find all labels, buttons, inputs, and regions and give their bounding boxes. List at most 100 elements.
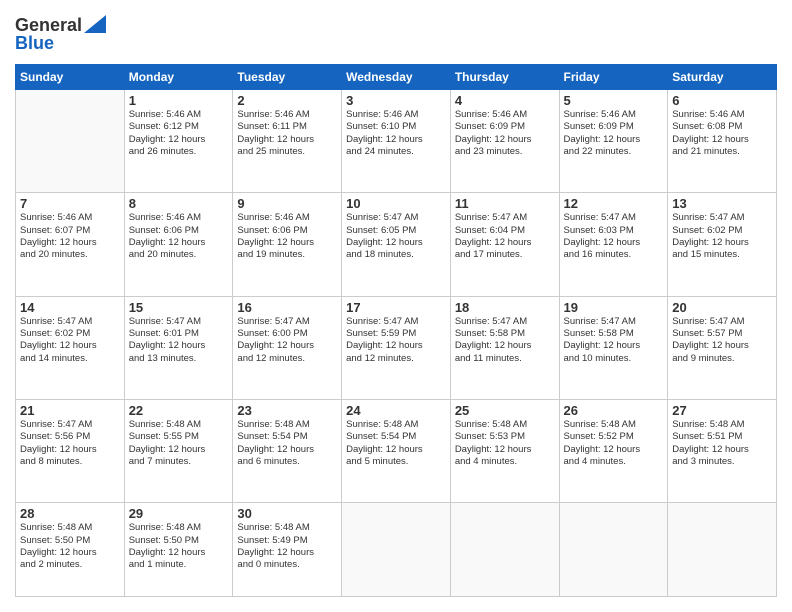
calendar-cell [668,503,777,597]
weekday-header-friday: Friday [559,65,668,90]
day-info: Sunrise: 5:46 AM Sunset: 6:08 PM Dayligh… [672,109,772,158]
calendar-cell: 10Sunrise: 5:47 AM Sunset: 6:05 PM Dayli… [342,193,451,296]
weekday-header-saturday: Saturday [668,65,777,90]
day-info: Sunrise: 5:46 AM Sunset: 6:09 PM Dayligh… [564,109,664,158]
calendar-cell: 3Sunrise: 5:46 AM Sunset: 6:10 PM Daylig… [342,90,451,193]
day-number: 13 [672,196,772,211]
day-info: Sunrise: 5:46 AM Sunset: 6:07 PM Dayligh… [20,212,120,261]
day-number: 16 [237,300,337,315]
day-info: Sunrise: 5:47 AM Sunset: 6:03 PM Dayligh… [564,212,664,261]
day-number: 5 [564,93,664,108]
week-row-1: 1Sunrise: 5:46 AM Sunset: 6:12 PM Daylig… [16,90,777,193]
day-number: 29 [129,506,229,521]
day-info: Sunrise: 5:47 AM Sunset: 6:04 PM Dayligh… [455,212,555,261]
calendar-cell [16,90,125,193]
day-number: 28 [20,506,120,521]
calendar-cell: 29Sunrise: 5:48 AM Sunset: 5:50 PM Dayli… [124,503,233,597]
day-number: 1 [129,93,229,108]
day-info: Sunrise: 5:46 AM Sunset: 6:11 PM Dayligh… [237,109,337,158]
day-number: 27 [672,403,772,418]
day-number: 2 [237,93,337,108]
week-row-4: 21Sunrise: 5:47 AM Sunset: 5:56 PM Dayli… [16,400,777,503]
calendar-cell: 25Sunrise: 5:48 AM Sunset: 5:53 PM Dayli… [450,400,559,503]
day-number: 9 [237,196,337,211]
day-number: 17 [346,300,446,315]
calendar-cell: 9Sunrise: 5:46 AM Sunset: 6:06 PM Daylig… [233,193,342,296]
day-number: 30 [237,506,337,521]
calendar-cell [559,503,668,597]
day-number: 21 [20,403,120,418]
calendar-cell: 19Sunrise: 5:47 AM Sunset: 5:58 PM Dayli… [559,296,668,399]
calendar-cell: 26Sunrise: 5:48 AM Sunset: 5:52 PM Dayli… [559,400,668,503]
day-info: Sunrise: 5:47 AM Sunset: 5:56 PM Dayligh… [20,419,120,468]
day-info: Sunrise: 5:47 AM Sunset: 6:05 PM Dayligh… [346,212,446,261]
calendar-cell: 1Sunrise: 5:46 AM Sunset: 6:12 PM Daylig… [124,90,233,193]
calendar-cell: 27Sunrise: 5:48 AM Sunset: 5:51 PM Dayli… [668,400,777,503]
weekday-header-wednesday: Wednesday [342,65,451,90]
logo: General Blue [15,15,106,54]
calendar-cell: 20Sunrise: 5:47 AM Sunset: 5:57 PM Dayli… [668,296,777,399]
calendar-cell: 8Sunrise: 5:46 AM Sunset: 6:06 PM Daylig… [124,193,233,296]
calendar-cell: 24Sunrise: 5:48 AM Sunset: 5:54 PM Dayli… [342,400,451,503]
calendar-cell: 14Sunrise: 5:47 AM Sunset: 6:02 PM Dayli… [16,296,125,399]
day-info: Sunrise: 5:47 AM Sunset: 5:59 PM Dayligh… [346,316,446,365]
day-info: Sunrise: 5:48 AM Sunset: 5:51 PM Dayligh… [672,419,772,468]
day-number: 7 [20,196,120,211]
day-number: 24 [346,403,446,418]
calendar-cell: 23Sunrise: 5:48 AM Sunset: 5:54 PM Dayli… [233,400,342,503]
day-number: 15 [129,300,229,315]
logo-blue-text: Blue [15,33,106,54]
day-info: Sunrise: 5:47 AM Sunset: 5:57 PM Dayligh… [672,316,772,365]
week-row-2: 7Sunrise: 5:46 AM Sunset: 6:07 PM Daylig… [16,193,777,296]
day-info: Sunrise: 5:48 AM Sunset: 5:55 PM Dayligh… [129,419,229,468]
day-info: Sunrise: 5:47 AM Sunset: 6:02 PM Dayligh… [20,316,120,365]
calendar-cell: 15Sunrise: 5:47 AM Sunset: 6:01 PM Dayli… [124,296,233,399]
calendar-cell: 22Sunrise: 5:48 AM Sunset: 5:55 PM Dayli… [124,400,233,503]
calendar-cell: 11Sunrise: 5:47 AM Sunset: 6:04 PM Dayli… [450,193,559,296]
day-number: 12 [564,196,664,211]
day-number: 3 [346,93,446,108]
day-number: 14 [20,300,120,315]
page: General Blue SundayMondayTuesdayWednesda… [0,0,792,612]
day-number: 19 [564,300,664,315]
day-info: Sunrise: 5:47 AM Sunset: 5:58 PM Dayligh… [455,316,555,365]
calendar-cell: 18Sunrise: 5:47 AM Sunset: 5:58 PM Dayli… [450,296,559,399]
calendar-cell: 17Sunrise: 5:47 AM Sunset: 5:59 PM Dayli… [342,296,451,399]
day-info: Sunrise: 5:48 AM Sunset: 5:52 PM Dayligh… [564,419,664,468]
weekday-header-tuesday: Tuesday [233,65,342,90]
day-info: Sunrise: 5:47 AM Sunset: 6:00 PM Dayligh… [237,316,337,365]
calendar-cell: 30Sunrise: 5:48 AM Sunset: 5:49 PM Dayli… [233,503,342,597]
day-number: 22 [129,403,229,418]
calendar-table: SundayMondayTuesdayWednesdayThursdayFrid… [15,64,777,597]
calendar-cell: 7Sunrise: 5:46 AM Sunset: 6:07 PM Daylig… [16,193,125,296]
weekday-header-row: SundayMondayTuesdayWednesdayThursdayFrid… [16,65,777,90]
week-row-5: 28Sunrise: 5:48 AM Sunset: 5:50 PM Dayli… [16,503,777,597]
weekday-header-thursday: Thursday [450,65,559,90]
day-info: Sunrise: 5:48 AM Sunset: 5:54 PM Dayligh… [237,419,337,468]
day-number: 25 [455,403,555,418]
day-number: 20 [672,300,772,315]
calendar-cell [342,503,451,597]
week-row-3: 14Sunrise: 5:47 AM Sunset: 6:02 PM Dayli… [16,296,777,399]
day-info: Sunrise: 5:46 AM Sunset: 6:12 PM Dayligh… [129,109,229,158]
calendar-cell: 2Sunrise: 5:46 AM Sunset: 6:11 PM Daylig… [233,90,342,193]
day-info: Sunrise: 5:46 AM Sunset: 6:06 PM Dayligh… [129,212,229,261]
calendar-cell: 6Sunrise: 5:46 AM Sunset: 6:08 PM Daylig… [668,90,777,193]
calendar-cell: 13Sunrise: 5:47 AM Sunset: 6:02 PM Dayli… [668,193,777,296]
day-number: 4 [455,93,555,108]
day-number: 8 [129,196,229,211]
day-info: Sunrise: 5:48 AM Sunset: 5:50 PM Dayligh… [129,522,229,571]
calendar-cell: 16Sunrise: 5:47 AM Sunset: 6:00 PM Dayli… [233,296,342,399]
day-info: Sunrise: 5:48 AM Sunset: 5:50 PM Dayligh… [20,522,120,571]
day-info: Sunrise: 5:46 AM Sunset: 6:09 PM Dayligh… [455,109,555,158]
day-info: Sunrise: 5:46 AM Sunset: 6:06 PM Dayligh… [237,212,337,261]
calendar-cell: 21Sunrise: 5:47 AM Sunset: 5:56 PM Dayli… [16,400,125,503]
calendar-cell: 4Sunrise: 5:46 AM Sunset: 6:09 PM Daylig… [450,90,559,193]
day-info: Sunrise: 5:47 AM Sunset: 5:58 PM Dayligh… [564,316,664,365]
day-info: Sunrise: 5:48 AM Sunset: 5:53 PM Dayligh… [455,419,555,468]
day-info: Sunrise: 5:48 AM Sunset: 5:49 PM Dayligh… [237,522,337,571]
day-number: 6 [672,93,772,108]
day-info: Sunrise: 5:48 AM Sunset: 5:54 PM Dayligh… [346,419,446,468]
day-number: 18 [455,300,555,315]
calendar-cell: 5Sunrise: 5:46 AM Sunset: 6:09 PM Daylig… [559,90,668,193]
